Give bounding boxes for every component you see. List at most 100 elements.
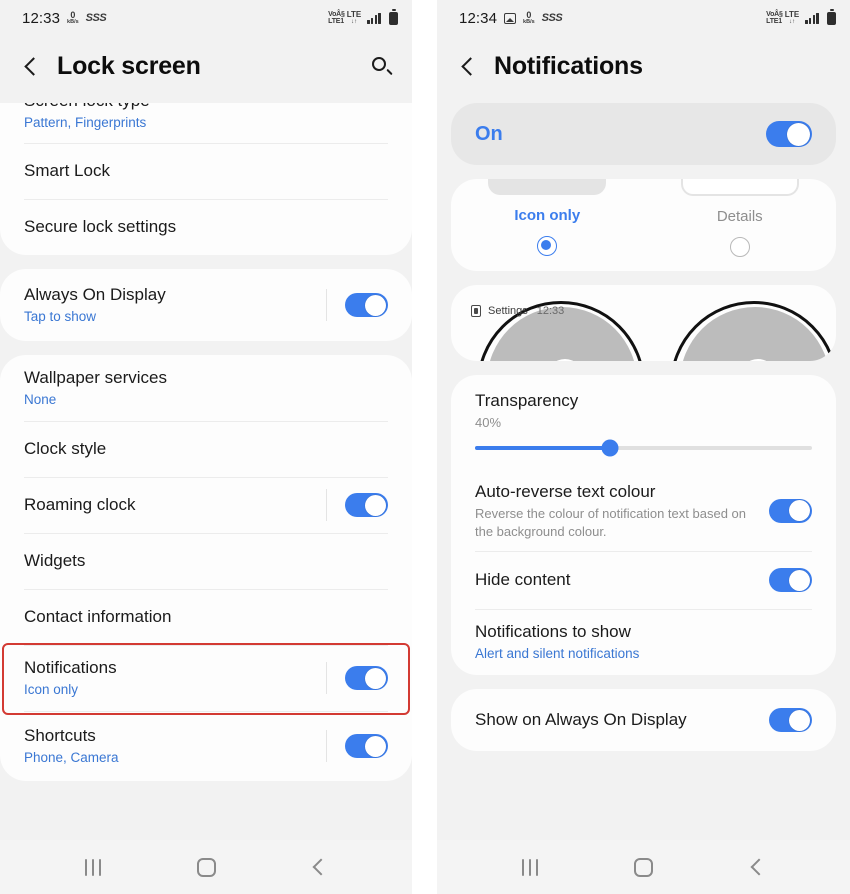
toggle-divider <box>326 289 327 322</box>
list-item-title: Show on Always On Display <box>475 710 687 730</box>
style-option-icon-only[interactable]: Icon only <box>451 179 644 257</box>
settings-group-lock-screen-items: Wallpaper services None Clock style Roam… <box>0 355 412 782</box>
nav-bar-right <box>437 840 850 894</box>
list-item-notifications-to-show[interactable]: Notifications to show Alert and silent n… <box>451 609 836 675</box>
list-item-always-on-display[interactable]: Always On Display Tap to show <box>0 269 412 341</box>
lte-icon: LTE ↓↑ <box>784 9 800 26</box>
notifications-master-toggle[interactable] <box>766 121 812 147</box>
battery-icon <box>389 9 398 25</box>
recents-icon[interactable] <box>520 858 541 876</box>
page-title: Notifications <box>494 52 643 80</box>
screen-divider <box>412 0 437 894</box>
lte-icon: LTE ↓↑ <box>347 10 362 26</box>
style-radio-icon-only[interactable] <box>537 236 558 256</box>
settings-group-always-on-display: Always On Display Tap to show <box>0 269 412 342</box>
home-icon[interactable] <box>634 857 654 877</box>
list-item-contact-information[interactable]: Contact information <box>0 589 412 645</box>
toggle-divider <box>326 489 327 522</box>
settings-app-icon <box>471 305 481 317</box>
volte-bottom-label: LTE1 <box>766 18 782 25</box>
list-item-subtitle: Icon only <box>24 682 79 698</box>
list-item-wallpaper-services[interactable]: Wallpaper services None <box>0 355 412 421</box>
lte-arrows: ↓↑ <box>350 19 357 26</box>
list-item-title: Wallpaper services <box>24 368 167 388</box>
back-icon[interactable] <box>309 857 329 877</box>
sss-badge-icon: SSS <box>85 12 107 24</box>
master-switch-label: On <box>475 122 503 145</box>
show-on-always-on-display-toggle[interactable] <box>769 708 812 733</box>
signal-bars-icon <box>805 12 820 24</box>
toggle-wrap <box>326 289 388 322</box>
network-speed-unit: kB/s <box>67 18 79 25</box>
lock-screen-preview-card: Settings 12:33 <box>451 285 836 361</box>
notification-style-choice-card: Icon only Details <box>451 179 836 271</box>
list-item-hide-content[interactable]: Hide content <box>451 551 836 609</box>
sss-badge-icon: SSS <box>541 12 563 24</box>
style-option-label: Details <box>716 208 763 225</box>
list-item-notifications[interactable]: Notifications Icon only <box>0 645 412 711</box>
preview-pane-icon-only: Settings 12:33 <box>451 285 644 361</box>
always-on-display-toggle[interactable] <box>345 293 388 318</box>
home-icon[interactable] <box>196 857 216 877</box>
back-chevron-icon[interactable] <box>20 56 42 78</box>
network-speed-icon: 0 kB/s <box>67 10 79 26</box>
list-item-roaming-clock[interactable]: Roaming clock <box>0 477 412 533</box>
list-item-subtitle: None <box>24 392 57 408</box>
toggle-wrap <box>326 489 388 522</box>
list-item-title: Roaming clock <box>24 495 136 515</box>
recents-icon[interactable] <box>83 858 104 876</box>
status-bar-left-group: 12:33 0 kB/s SSS <box>22 9 107 27</box>
list-item-title: Notifications to show <box>475 622 631 642</box>
notifications-toggle[interactable] <box>345 666 388 691</box>
list-item-widgets[interactable]: Widgets <box>0 533 412 589</box>
list-item-auto-reverse-text-colour[interactable]: Auto-reverse text colour Reverse the col… <box>451 470 836 551</box>
auto-reverse-text-colour-toggle[interactable] <box>769 498 812 523</box>
list-item-secure-lock-settings[interactable]: Secure lock settings <box>0 199 412 255</box>
list-item-screen-lock-type[interactable]: Screen lock type Pattern, Fingerprints <box>0 103 412 143</box>
lock-screen-settings-screen: 12:33 0 kB/s SSS VoÂ§ LTE1 LTE ↓↑ Lock s… <box>0 0 412 894</box>
preview-notification-line: Settings 12:33 <box>471 305 564 317</box>
lte-label: LTE <box>784 9 800 19</box>
status-bar-right-group: VoÂ§ LTE1 LTE ↓↑ <box>766 9 836 26</box>
preview-time: 12:33 <box>536 305 565 317</box>
list-item-clock-style[interactable]: Clock style <box>0 421 412 477</box>
toggle-wrap <box>769 708 812 733</box>
list-item-title: Shortcuts <box>24 726 96 746</box>
list-item-subtitle: Alert and silent notifications <box>475 646 640 662</box>
volte-bottom-label: LTE1 <box>328 18 344 25</box>
battery-icon <box>827 9 836 25</box>
shortcuts-toggle[interactable] <box>345 734 388 759</box>
list-item-subtitle: Phone, Camera <box>24 750 119 766</box>
list-item-title: Secure lock settings <box>24 217 177 237</box>
style-radio-details[interactable] <box>729 237 750 257</box>
volte-icon: VoÂ§ LTE1 <box>328 11 345 26</box>
settings-list-right[interactable]: On Icon only Details Settings 12:33 Tran… <box>437 103 850 840</box>
settings-list-left[interactable]: Screen lock type Pattern, Fingerprints S… <box>0 103 412 840</box>
hide-content-toggle[interactable] <box>769 568 812 593</box>
lte-arrows: ↓↑ <box>788 19 795 26</box>
list-item-title: Auto-reverse text colour <box>475 482 656 501</box>
transparency-slider-thumb[interactable] <box>601 439 619 457</box>
list-item-title: Smart Lock <box>24 161 110 181</box>
roaming-clock-toggle[interactable] <box>345 493 388 518</box>
style-preview-thumb-details <box>680 179 799 196</box>
list-item-show-on-always-on-display[interactable]: Show on Always On Display <box>451 689 836 751</box>
back-chevron-icon[interactable] <box>457 56 479 78</box>
list-item-smart-lock[interactable]: Smart Lock <box>0 143 412 199</box>
list-item-shortcuts[interactable]: Shortcuts Phone, Camera <box>0 711 412 781</box>
list-item-title: Widgets <box>24 551 86 571</box>
transparency-slider[interactable] <box>475 439 812 457</box>
status-time: 12:33 <box>22 9 61 27</box>
search-icon[interactable] <box>370 55 394 79</box>
back-icon[interactable] <box>747 857 767 877</box>
nav-bar-left <box>0 840 412 894</box>
volte-top-label: VoÂ§ <box>328 10 345 18</box>
settings-group-security: Screen lock type Pattern, Fingerprints S… <box>0 103 412 256</box>
toggle-divider <box>326 730 327 763</box>
list-item-title: Notifications <box>24 658 117 678</box>
list-item-title: Clock style <box>24 439 107 459</box>
status-bar-left: 12:33 0 kB/s SSS VoÂ§ LTE1 LTE ↓↑ <box>0 0 412 36</box>
notifications-master-switch-card[interactable]: On <box>451 103 836 165</box>
page-title: Lock screen <box>57 52 201 80</box>
style-option-details[interactable]: Details <box>644 179 837 257</box>
